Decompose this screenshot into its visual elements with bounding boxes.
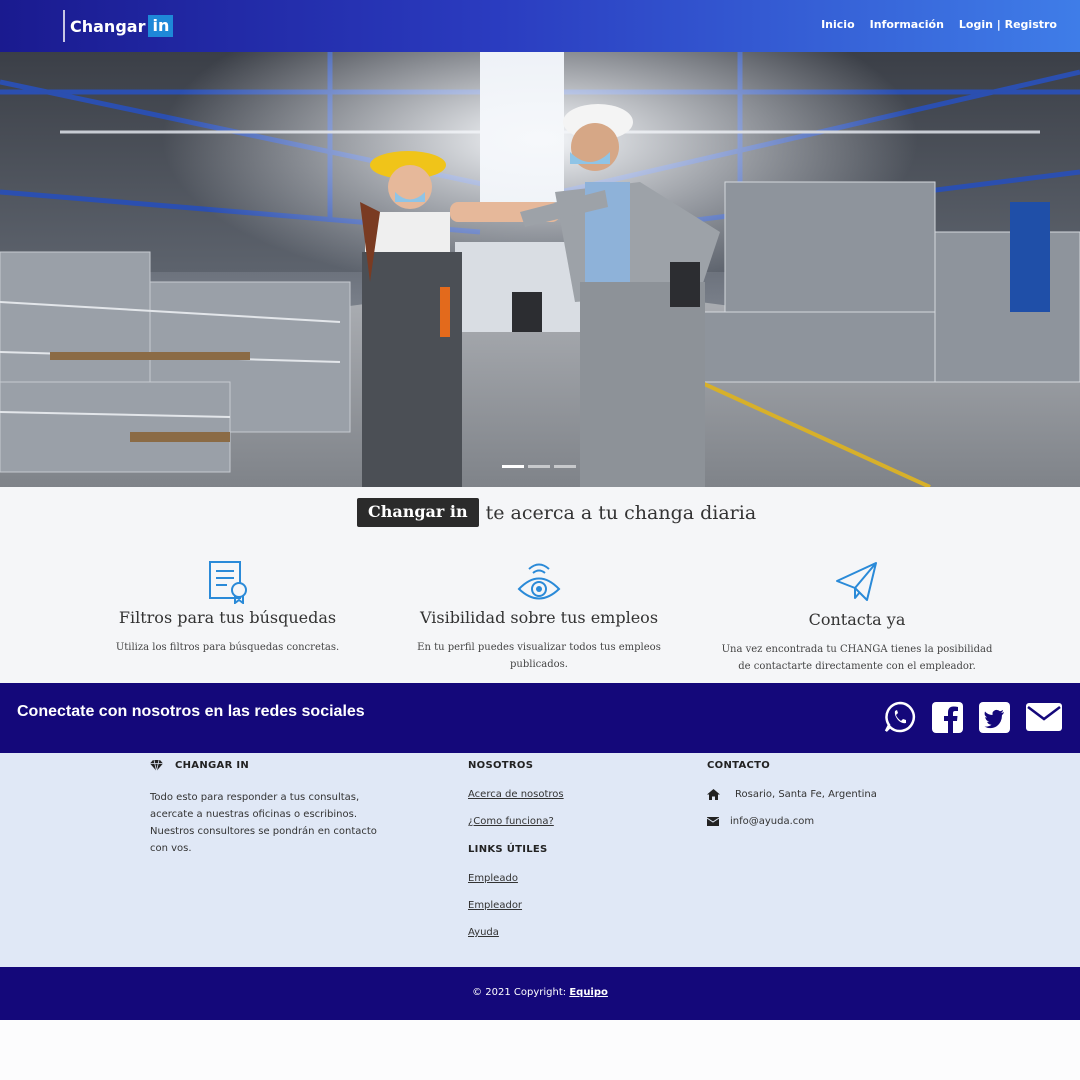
footer-link-empleado[interactable]: Empleado bbox=[468, 873, 668, 884]
footer-link-acerca[interactable]: Acerca de nosotros bbox=[468, 789, 668, 800]
carousel-indicator-2[interactable] bbox=[528, 465, 550, 468]
feature-visibilidad-title: Visibilidad sobre tus empleos bbox=[419, 608, 659, 627]
copyright: © 2021 Copyright: Equipo bbox=[472, 987, 608, 998]
footer-about-text: Todo esto para responder a tus consultas… bbox=[150, 792, 377, 854]
nav-link-inicio[interactable]: Inicio bbox=[821, 18, 855, 31]
carousel-indicators bbox=[502, 465, 576, 468]
paper-plane-icon bbox=[836, 562, 877, 601]
page-bottom bbox=[0, 1020, 1080, 1080]
social-title: Conectate con nosotros en las redes soci… bbox=[17, 703, 365, 720]
brand-text: Changar bbox=[70, 16, 146, 36]
home-icon bbox=[707, 789, 720, 800]
nav-link-informacion[interactable]: Información bbox=[870, 18, 944, 31]
features-section: Changar in te acerca a tu changa diaria … bbox=[0, 487, 1080, 683]
footer-contacto-title: CONTACTO bbox=[707, 760, 771, 771]
footer-nosotros-title: NOSOTROS bbox=[468, 760, 534, 771]
twitter-icon[interactable] bbox=[979, 701, 1010, 733]
footer-link-empleador[interactable]: Empleador bbox=[468, 900, 668, 911]
tagline-text: te acerca a tu changa diaria bbox=[485, 501, 757, 524]
copyright-link[interactable]: Equipo bbox=[569, 987, 608, 998]
feature-contacta: Contacta ya Una vez encontrada tu CHANGA… bbox=[715, 560, 999, 675]
footer-links-title: LINKS ÚTILES bbox=[468, 844, 548, 855]
brand-divider bbox=[63, 10, 65, 42]
feature-filtros: Filtros para tus búsquedas Utiliza los f… bbox=[100, 560, 355, 656]
carousel-indicator-3[interactable] bbox=[554, 465, 576, 468]
hero-image bbox=[0, 52, 1080, 487]
footer-email-text: info@ayuda.com bbox=[730, 816, 815, 827]
brand-logo[interactable]: Changar in bbox=[63, 10, 174, 42]
email-icon[interactable] bbox=[1026, 703, 1062, 731]
footer-about-title: CHANGAR IN bbox=[175, 760, 250, 771]
footer-link-como-funciona[interactable]: ¿Como funciona? bbox=[468, 816, 668, 827]
certificate-icon bbox=[208, 561, 247, 604]
brand-box: in bbox=[148, 15, 174, 37]
carousel-indicator-1[interactable] bbox=[502, 465, 524, 468]
navbar: Changar in Inicio Información Login | Re… bbox=[0, 0, 1080, 52]
copyright-text: © 2021 Copyright: bbox=[472, 987, 567, 998]
footer-link-ayuda[interactable]: Ayuda bbox=[468, 927, 668, 938]
footer-address: Rosario, Santa Fe, Argentina bbox=[707, 789, 967, 800]
feature-filtros-title: Filtros para tus búsquedas bbox=[118, 608, 337, 627]
gem-icon bbox=[150, 760, 163, 771]
feature-contacta-desc: Una vez encontrada tu CHANGA tienes la p… bbox=[721, 644, 993, 672]
feature-filtros-desc: Utiliza los filtros para búsquedas concr… bbox=[115, 642, 340, 653]
copyright-bar: © 2021 Copyright: Equipo bbox=[0, 967, 1080, 1020]
social-bar: Conectate con nosotros en las redes soci… bbox=[0, 683, 1080, 753]
footer-about-heading: CHANGAR IN bbox=[150, 760, 380, 771]
whatsapp-icon[interactable] bbox=[884, 701, 916, 733]
nav-links: Inicio Información Login | Registro bbox=[821, 18, 1057, 31]
tagline: Changar in te acerca a tu changa diaria bbox=[357, 498, 756, 527]
footer-nosotros: NOSOTROS Acerca de nosotros ¿Como funcio… bbox=[468, 760, 668, 938]
footer: CHANGAR IN Todo esto para responder a tu… bbox=[0, 753, 1080, 967]
nav-link-login-registro[interactable]: Login | Registro bbox=[959, 18, 1057, 31]
eye-icon bbox=[517, 563, 561, 600]
footer-about: CHANGAR IN Todo esto para responder a tu… bbox=[150, 760, 380, 857]
feature-contacta-title: Contacta ya bbox=[808, 610, 906, 629]
hero-carousel[interactable] bbox=[0, 52, 1080, 487]
facebook-icon[interactable] bbox=[932, 701, 963, 733]
footer-email: info@ayuda.com bbox=[707, 816, 967, 827]
envelope-icon bbox=[707, 817, 719, 826]
footer-contacto: CONTACTO Rosario, Santa Fe, Argentina in… bbox=[707, 760, 967, 827]
footer-address-text: Rosario, Santa Fe, Argentina bbox=[735, 789, 877, 800]
feature-visibilidad-desc: En tu perfil puedes visualizar todos tus… bbox=[417, 642, 661, 670]
social-icons bbox=[884, 701, 1062, 733]
tagline-badge: Changar in bbox=[357, 498, 479, 527]
feature-visibilidad: Visibilidad sobre tus empleos En tu perf… bbox=[390, 560, 688, 673]
